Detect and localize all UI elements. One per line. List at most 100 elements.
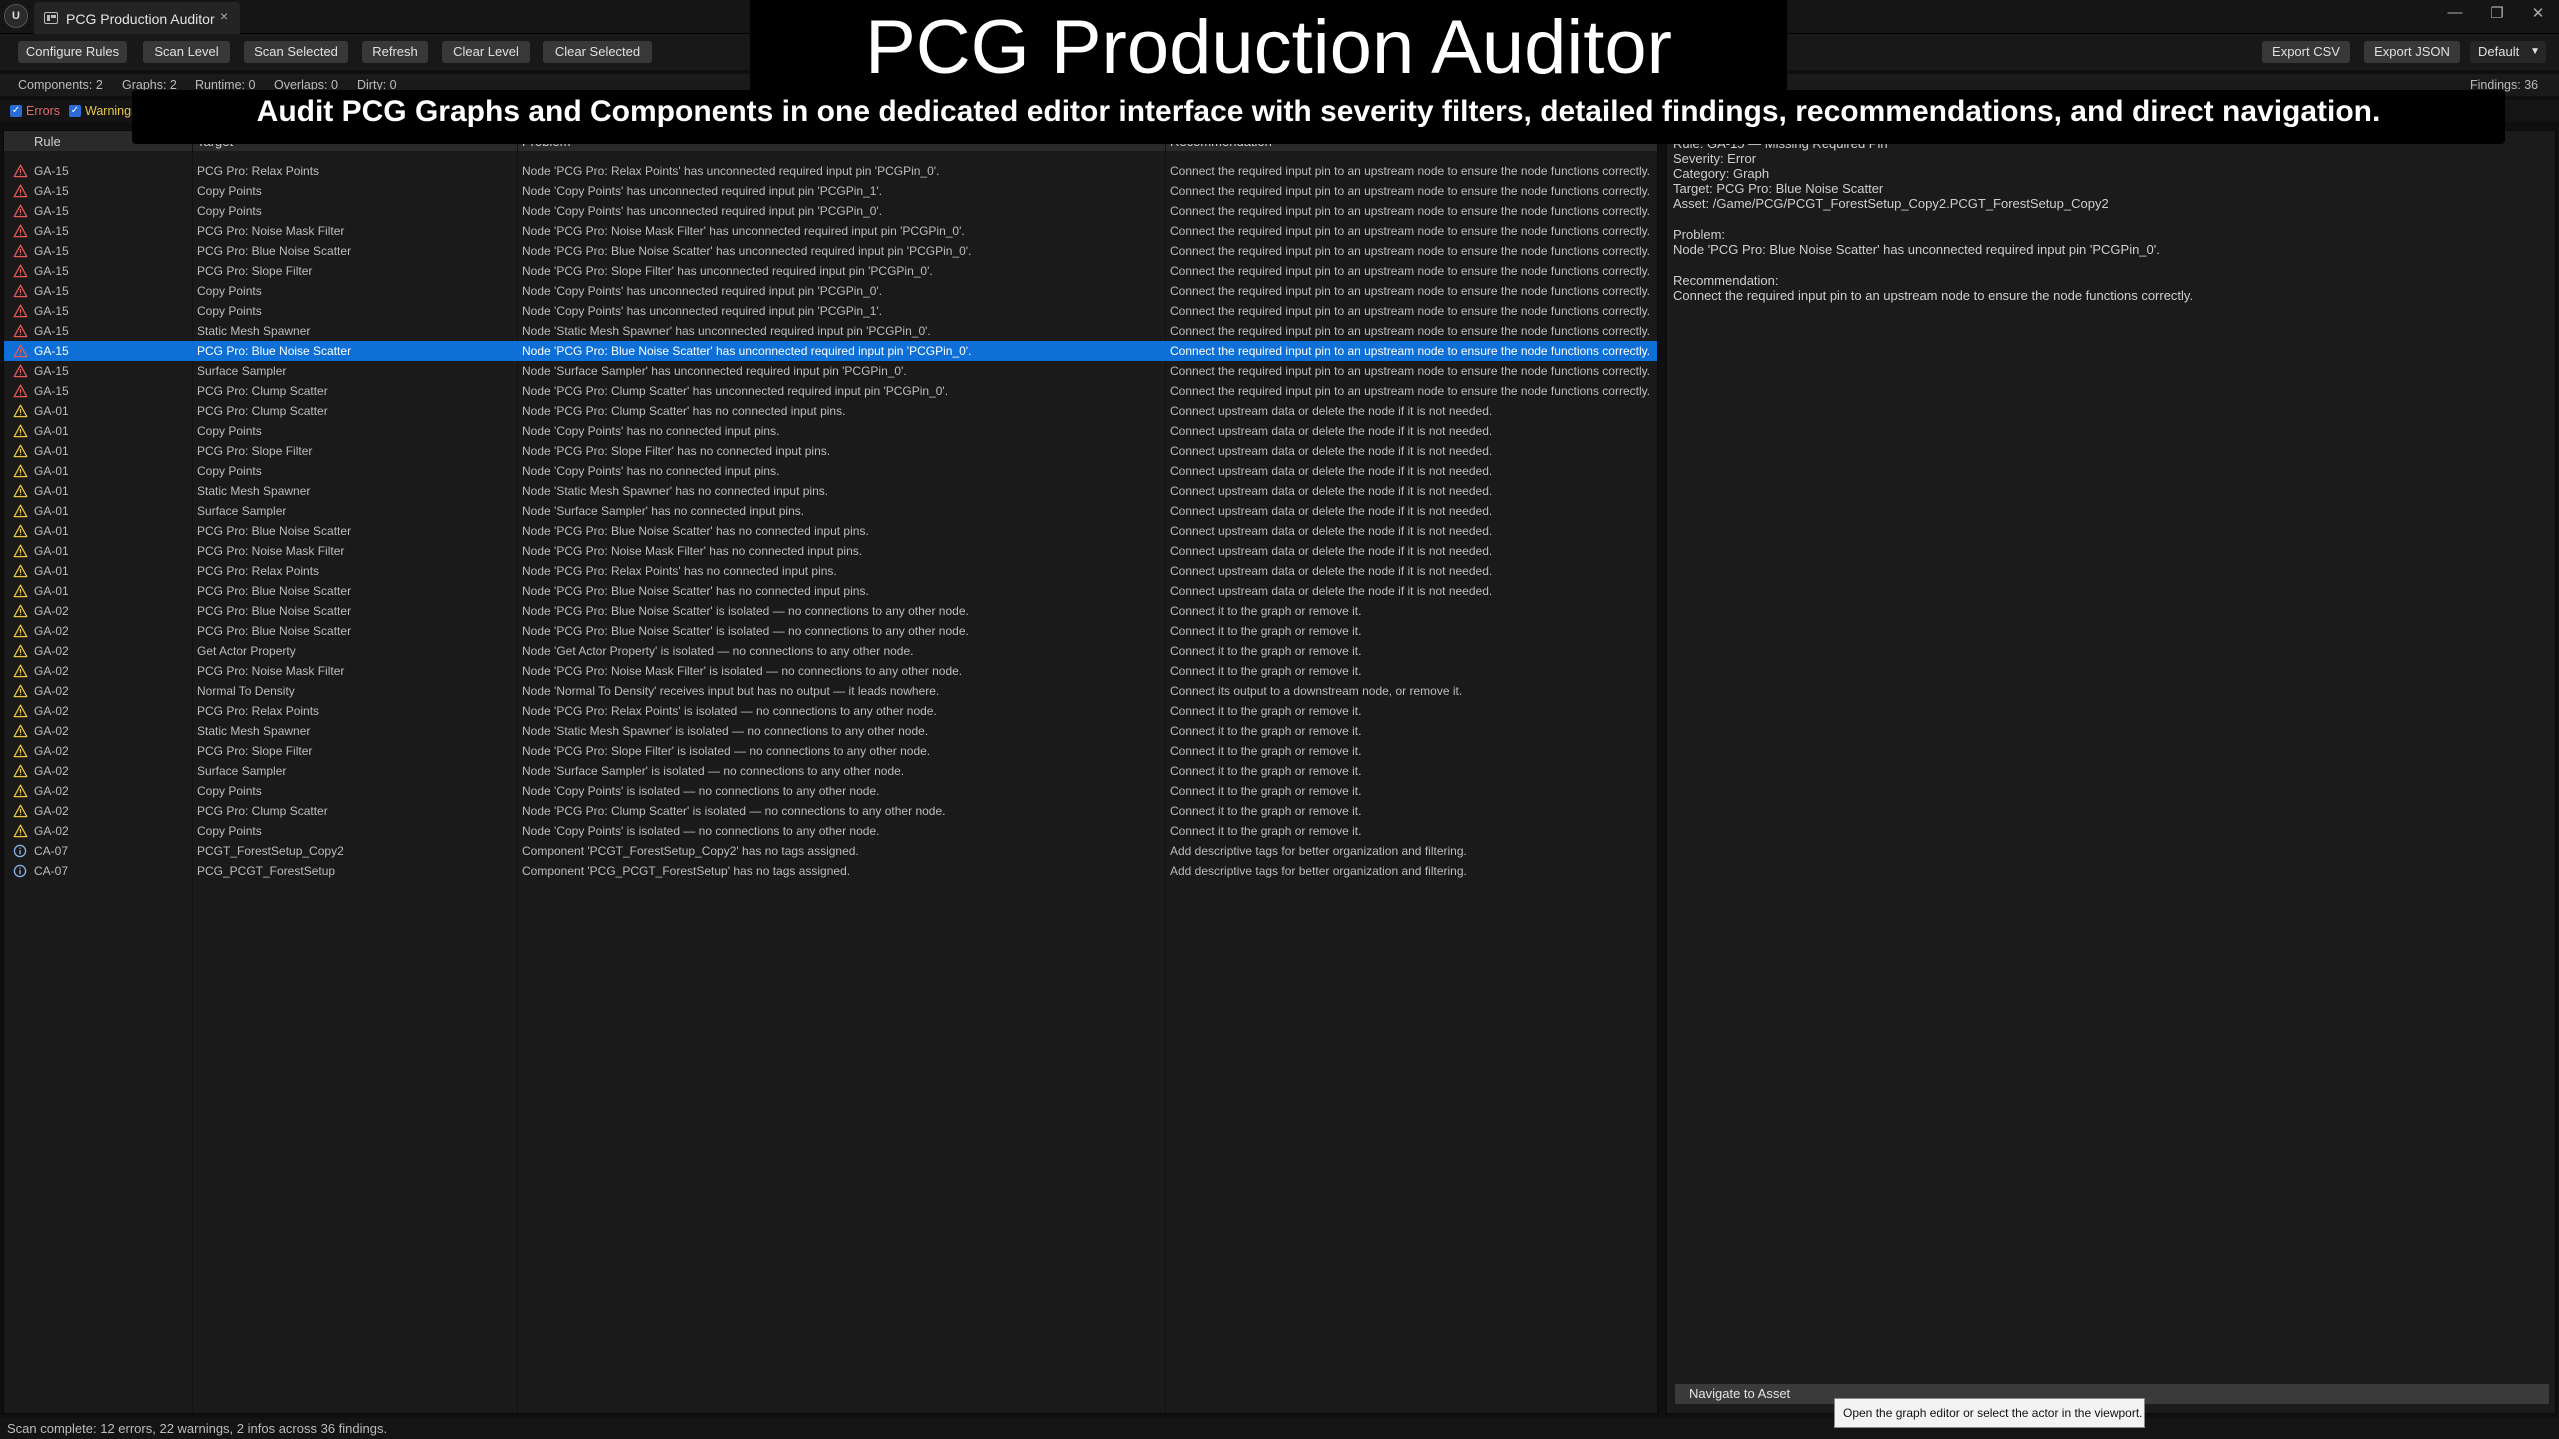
recommendation-cell: Connect the required input pin to an ups… [1170,304,1651,318]
table-row[interactable]: GA-15 PCG Pro: Clump Scatter Node 'PCG Pro… [4,381,1657,401]
error-icon [13,284,28,298]
clear-selected-button[interactable]: Clear Selected [543,41,652,63]
warning-icon [13,444,28,458]
table-row[interactable]: GA-01 Copy Points Node 'Copy Points' has n… [4,461,1657,481]
target-cell: Copy Points [197,184,262,198]
problem-cell: Node 'Normal To Density' receives input … [522,684,940,698]
table-row[interactable]: GA-15 Static Mesh Spawner Node 'Static Mes… [4,321,1657,341]
header-rule[interactable]: Rule [34,134,61,149]
panel-icon [44,12,58,24]
target-cell: PCG Pro: Clump Scatter [197,804,328,818]
errors-checkbox[interactable]: ✓ [10,105,22,117]
table-row[interactable]: GA-15 Copy Points Node 'Copy Points' has u… [4,201,1657,221]
problem-cell: Node 'PCG Pro: Slope Filter' has unconne… [522,264,933,278]
restore-icon[interactable]: ❐ [2482,4,2512,22]
table-row[interactable]: GA-15 PCG Pro: Blue Noise Scatter Node 'PC… [4,341,1657,361]
target-cell: PCG Pro: Noise Mask Filter [197,544,345,558]
rule-cell: GA-15 [34,164,69,178]
error-icon [13,264,28,278]
scan-selected-button[interactable]: Scan Selected [244,41,348,63]
clear-level-button[interactable]: Clear Level [442,41,530,63]
target-cell: Copy Points [197,464,262,478]
table-row[interactable]: GA-01 PCG Pro: Slope Filter Node 'PCG Pro:… [4,441,1657,461]
rule-cell: GA-02 [34,704,69,718]
table-row[interactable]: GA-02 Copy Points Node 'Copy Points' is is… [4,821,1657,841]
table-row[interactable]: GA-01 PCG Pro: Relax Points Node 'PCG Pro:… [4,561,1657,581]
target-cell: PCG Pro: Blue Noise Scatter [197,344,352,358]
rule-cell: GA-02 [34,804,69,818]
table-row[interactable]: GA-02 Copy Points Node 'Copy Points' is is… [4,781,1657,801]
target-cell: Static Mesh Spawner [197,724,311,738]
target-cell: PCG Pro: Blue Noise Scatter [197,584,352,598]
table-row[interactable]: GA-02 Normal To Density Node 'Normal To De… [4,681,1657,701]
table-row[interactable]: GA-15 Copy Points Node 'Copy Points' has u… [4,301,1657,321]
recommendation-cell: Connect the required input pin to an ups… [1170,384,1651,398]
warnings-filter-label: Warnings [85,104,138,118]
target-cell: Copy Points [197,204,262,218]
refresh-button[interactable]: Refresh [362,41,428,63]
warning-icon [13,464,28,478]
rule-cell: GA-01 [34,424,69,438]
table-row[interactable]: GA-15 Surface Sampler Node 'Surface Sample… [4,361,1657,381]
warnings-checkbox[interactable]: ✓ [69,105,81,117]
target-cell: Normal To Density [197,684,295,698]
minimize-icon[interactable]: — [2440,4,2470,21]
problem-cell: Node 'Static Mesh Spawner' has no connec… [522,484,829,498]
target-cell: PCG Pro: Clump Scatter [197,384,328,398]
table-row[interactable]: CA-07 PCGT_ForestSetup_Copy2 Component 'PC… [4,841,1657,861]
table-row[interactable]: GA-02 PCG Pro: Blue Noise Scatter Node 'PC… [4,621,1657,641]
table-row[interactable]: GA-02 PCG Pro: Relax Points Node 'PCG Pro:… [4,701,1657,721]
tab-close-icon[interactable]: × [220,8,228,24]
table-row[interactable]: GA-15 PCG Pro: Blue Noise Scatter Node 'PC… [4,241,1657,261]
findings-table: Rule Target Problem Recommendation GA-15… [3,130,1658,1414]
export-csv-button[interactable]: Export CSV [2262,41,2350,63]
error-icon [13,244,28,258]
table-row[interactable]: GA-02 Get Actor Property Node 'Get Actor P… [4,641,1657,661]
table-row[interactable]: GA-02 Surface Sampler Node 'Surface Sample… [4,761,1657,781]
table-row[interactable]: GA-01 Static Mesh Spawner Node 'Static Mes… [4,481,1657,501]
target-cell: Copy Points [197,304,262,318]
problem-cell: Node 'Surface Sampler' is isolated — no … [522,764,905,778]
table-row[interactable]: GA-02 PCG Pro: Slope Filter Node 'PCG Pro:… [4,741,1657,761]
recommendation-cell: Connect the required input pin to an ups… [1170,344,1651,358]
table-row[interactable]: GA-15 PCG Pro: Relax Points Node 'PCG Pro:… [4,161,1657,181]
recommendation-cell: Connect upstream data or delete the node… [1170,584,1493,598]
table-row[interactable]: GA-02 PCG Pro: Noise Mask Filter Node 'PCG… [4,661,1657,681]
rule-cell: GA-01 [34,524,69,538]
export-json-button[interactable]: Export JSON [2364,41,2460,63]
preset-dropdown[interactable]: Default ▼ [2470,41,2546,63]
problem-cell: Node 'PCG Pro: Blue Noise Scatter' is is… [522,604,969,618]
warning-icon [13,684,28,698]
recommendation-cell: Connect the required input pin to an ups… [1170,204,1651,218]
warning-icon [13,704,28,718]
table-row[interactable]: GA-02 PCG Pro: Clump Scatter Node 'PCG Pro… [4,801,1657,821]
tab-pcg-production-auditor[interactable]: PCG Production Auditor × [34,2,240,34]
warning-icon [13,724,28,738]
table-row[interactable]: GA-01 PCG Pro: Blue Noise Scatter Node 'PC… [4,581,1657,601]
error-icon [13,364,28,378]
table-row[interactable]: GA-01 PCG Pro: Noise Mask Filter Node 'PCG… [4,541,1657,561]
table-row[interactable]: GA-02 PCG Pro: Blue Noise Scatter Node 'PC… [4,601,1657,621]
recommendation-cell: Connect the required input pin to an ups… [1170,264,1651,278]
table-row[interactable]: GA-01 Surface Sampler Node 'Surface Sample… [4,501,1657,521]
target-cell: PCGT_ForestSetup_Copy2 [197,844,344,858]
table-row[interactable]: GA-15 Copy Points Node 'Copy Points' has u… [4,181,1657,201]
table-row[interactable]: GA-02 Static Mesh Spawner Node 'Static Mes… [4,721,1657,741]
table-row[interactable]: GA-01 PCG Pro: Clump Scatter Node 'PCG Pro… [4,401,1657,421]
close-icon[interactable]: ✕ [2523,4,2553,22]
table-row[interactable]: GA-01 Copy Points Node 'Copy Points' has n… [4,421,1657,441]
configure-rules-button[interactable]: Configure Rules [18,41,127,63]
chevron-down-icon: ▼ [2530,46,2540,57]
problem-cell: Node 'PCG Pro: Noise Mask Filter' has no… [522,544,863,558]
table-row[interactable]: GA-01 PCG Pro: Blue Noise Scatter Node 'PC… [4,521,1657,541]
details-panel: Rule: GA-15 — Missing Required Pin Sever… [1666,130,2556,1414]
table-row[interactable]: GA-15 PCG Pro: Noise Mask Filter Node 'PCG… [4,221,1657,241]
target-cell: Copy Points [197,284,262,298]
table-row[interactable]: GA-15 PCG Pro: Slope Filter Node 'PCG Pro:… [4,261,1657,281]
target-cell: Surface Sampler [197,504,287,518]
table-row[interactable]: GA-15 Copy Points Node 'Copy Points' has u… [4,281,1657,301]
target-cell: PCG Pro: Slope Filter [197,744,313,758]
rule-cell: GA-15 [34,184,69,198]
table-row[interactable]: CA-07 PCG_PCGT_ForestSetup Component 'PCG_… [4,861,1657,881]
scan-level-button[interactable]: Scan Level [143,41,230,63]
